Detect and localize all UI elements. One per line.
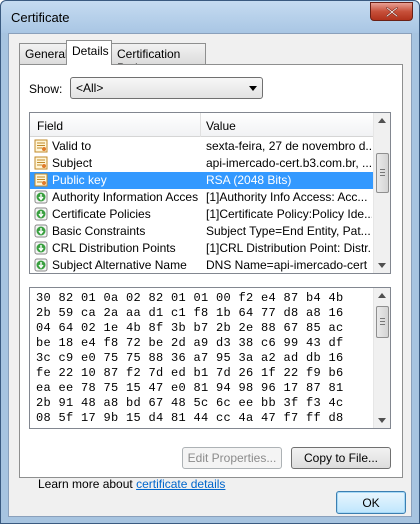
- close-icon: [386, 7, 398, 17]
- extension-arrow-icon: [34, 207, 48, 221]
- hex-line: 3c c9 e0 75 75 88 36 a7 95 3a a2 ad db 1…: [36, 351, 344, 365]
- column-header-field[interactable]: Field: [37, 119, 63, 133]
- certificate-dialog: Certificate General Details Certificatio…: [0, 0, 420, 524]
- field-name: Basic Constraints: [52, 224, 146, 238]
- copy-to-file-button[interactable]: Copy to File...: [291, 447, 391, 469]
- scroll-up-icon[interactable]: [378, 118, 386, 123]
- field-value: RSA (2048 Bits): [206, 173, 292, 187]
- scroll-down-icon[interactable]: [378, 418, 386, 423]
- grip-icon: [380, 172, 385, 173]
- hex-line: be 18 e4 f8 72 be 2d a9 d3 38 c6 99 43 d…: [36, 336, 344, 350]
- field-value: api-imercado-cert.b3.com.br, ...: [206, 156, 372, 170]
- table-row[interactable]: CRL Distribution Points [1]CRL Distributi…: [30, 240, 374, 257]
- hex-line: fe 22 10 87 f2 7d ed b1 7d 26 1f 22 f9 b…: [36, 366, 344, 380]
- chevron-down-icon: [249, 86, 257, 91]
- grip-icon: [380, 318, 385, 319]
- close-button[interactable]: [370, 2, 413, 21]
- show-dropdown[interactable]: <All>: [70, 77, 263, 99]
- field-value: [1]CRL Distribution Point: Distr...: [206, 241, 372, 255]
- tab-certification-path[interactable]: Certification Path: [111, 43, 206, 75]
- extension-arrow-icon: [34, 190, 48, 204]
- table-row[interactable]: Basic Constraints Subject Type=End Entity…: [30, 223, 374, 240]
- extension-arrow-icon: [34, 224, 48, 238]
- fields-list[interactable]: Field Value Valid to sexta-feira, 27 de n…: [29, 112, 391, 274]
- column-divider[interactable]: [200, 113, 201, 137]
- grip-icon: [380, 169, 385, 170]
- fields-list-scrollbar[interactable]: [373, 113, 390, 273]
- grip-icon: [380, 324, 385, 325]
- learn-more-prefix: Learn more about: [38, 477, 137, 491]
- tab-details[interactable]: Details: [66, 40, 112, 65]
- field-name: CRL Distribution Points: [52, 241, 176, 255]
- table-row[interactable]: Subject api-imercado-cert.b3.com.br, ...: [30, 155, 374, 172]
- value-box-scroll-thumb[interactable]: [376, 306, 389, 338]
- table-row[interactable]: Public key RSA (2048 Bits): [30, 172, 374, 189]
- tab-general[interactable]: General: [19, 43, 68, 64]
- field-name: Valid to: [52, 139, 92, 153]
- certificate-doc-icon: [34, 139, 48, 153]
- hex-line: ea ee 78 75 15 47 e0 81 94 98 96 17 87 8…: [36, 381, 344, 395]
- window-title: Certificate: [11, 10, 70, 25]
- field-name: Subject: [52, 156, 93, 170]
- field-value: [1]Certificate Policy:Policy Ide...: [206, 207, 372, 221]
- details-panel: Show: <All> Field Value Valid to sexta-fe…: [19, 64, 403, 491]
- ok-button[interactable]: OK: [336, 491, 406, 514]
- table-row[interactable]: Valid to sexta-feira, 27 de novembro d...: [30, 138, 374, 155]
- column-header-value[interactable]: Value: [206, 119, 236, 133]
- certificate-doc-icon: [34, 156, 48, 170]
- field-value: [1]Authority Info Access: Acc...: [206, 190, 368, 204]
- edit-properties-button[interactable]: Edit Properties...: [182, 447, 282, 469]
- hex-line: 04 64 02 1e 4b 8f 3b b7 2b 2e 88 67 85 a…: [36, 321, 344, 335]
- table-row[interactable]: Certificate Policies [1]Certificate Polic…: [30, 206, 374, 223]
- field-value-box[interactable]: 30 82 01 0a 02 82 01 01 00 f2 e4 87 b4 4…: [29, 287, 391, 429]
- fields-list-header: Field Value: [30, 113, 374, 137]
- dialog-body: General Details Certification Path Show:…: [8, 33, 412, 517]
- hex-line: 2b 59 ca 2a aa d1 c1 f8 1b 64 77 d8 a8 1…: [36, 306, 344, 320]
- extension-arrow-icon: [34, 258, 48, 272]
- field-value: Subject Type=End Entity, Pat...: [206, 224, 371, 238]
- field-name: Authority Information Access: [52, 190, 198, 204]
- grip-icon: [380, 321, 385, 322]
- learn-more-text: Learn more about certificate details: [38, 477, 225, 491]
- hex-line: 30 82 01 0a 02 82 01 01 00 f2 e4 87 b4 4…: [36, 291, 344, 305]
- show-label: Show:: [29, 82, 63, 96]
- scroll-down-icon[interactable]: [378, 263, 386, 268]
- hex-line: 08 5f 17 9b 15 d4 81 44 cc 4a 47 f7 ff d…: [36, 411, 344, 425]
- title-bar[interactable]: Certificate: [1, 1, 419, 33]
- field-value: DNS Name=api-imercado-cert: [206, 258, 368, 272]
- fields-list-scroll-thumb[interactable]: [376, 153, 389, 193]
- show-dropdown-value: <All>: [76, 81, 104, 95]
- scroll-up-icon[interactable]: [378, 293, 386, 298]
- value-box-scrollbar[interactable]: [373, 288, 390, 428]
- table-row[interactable]: Subject Alternative Name DNS Name=api-ime…: [30, 257, 374, 273]
- field-name: Subject Alternative Name: [52, 258, 187, 272]
- certificate-details-link[interactable]: certificate details: [136, 477, 225, 491]
- field-value: sexta-feira, 27 de novembro d...: [206, 139, 372, 153]
- certificate-doc-icon: [34, 173, 48, 187]
- extension-arrow-icon: [34, 241, 48, 255]
- hex-line: 2b 91 48 a8 bd 67 48 5c 6c ee bb 3f f3 4…: [36, 396, 344, 410]
- grip-icon: [380, 175, 385, 176]
- field-name: Public key: [52, 173, 107, 187]
- table-row[interactable]: Authority Information Access [1]Authority…: [30, 189, 374, 206]
- field-name: Certificate Policies: [52, 207, 151, 221]
